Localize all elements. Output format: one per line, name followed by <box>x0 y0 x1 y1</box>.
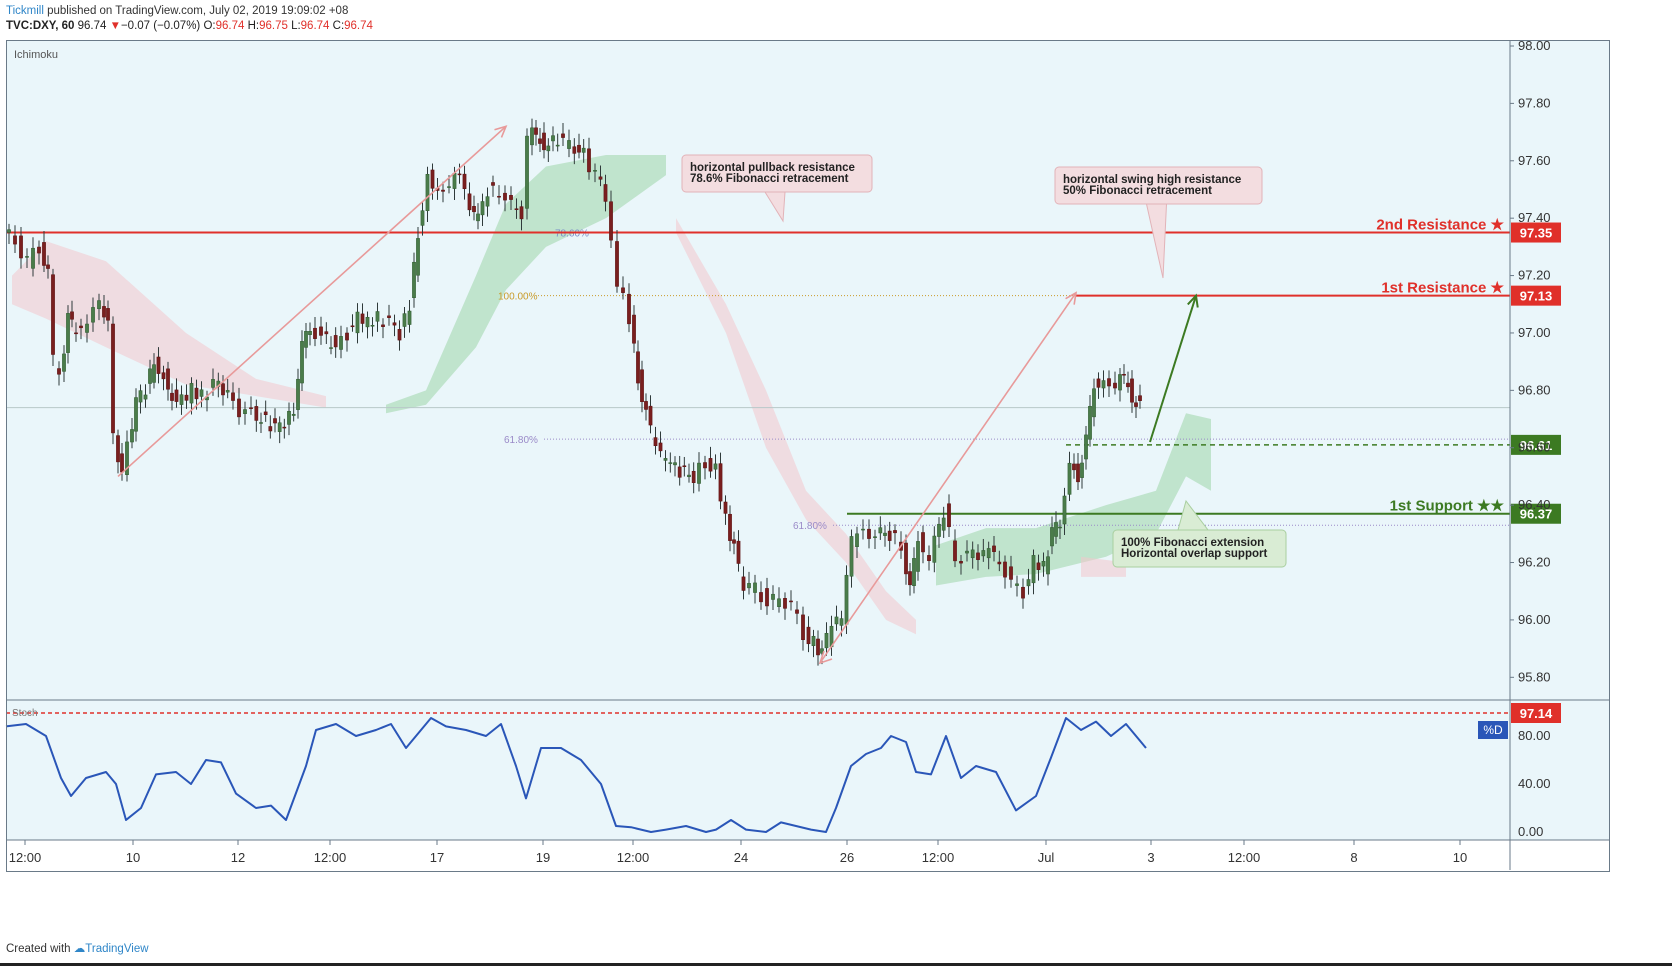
created-with-label: Created with <box>6 943 71 955</box>
tradingview-logo[interactable]: ☁TradingView <box>74 943 149 955</box>
chart-frame <box>6 40 1610 872</box>
footer: Created with ☁TradingView <box>6 941 149 955</box>
